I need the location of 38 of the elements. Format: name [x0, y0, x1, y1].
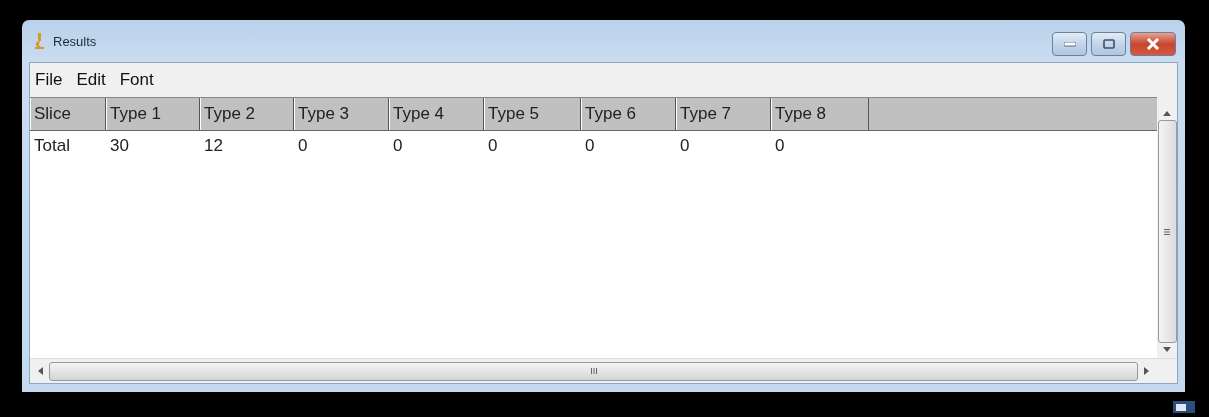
- column-header[interactable]: Type 5: [484, 98, 581, 130]
- menu-item[interactable]: Font: [119, 70, 154, 90]
- window-title: Results: [53, 33, 98, 49]
- scroll-right-icon[interactable]: [1144, 367, 1149, 375]
- column-header[interactable]: Type 7: [676, 98, 771, 130]
- grip-icon: [1164, 228, 1170, 235]
- column-header[interactable]: Type 1: [106, 98, 200, 130]
- maximize-button[interactable]: [1091, 32, 1126, 56]
- column-header[interactable]: Type 2: [200, 98, 294, 130]
- grip-icon: [590, 368, 597, 374]
- scroll-thumb[interactable]: [49, 361, 1138, 381]
- column-header[interactable]: Slice: [30, 98, 106, 130]
- table-cell-text: 0: [774, 135, 786, 157]
- minimize-icon: [1063, 41, 1076, 47]
- minimize-button[interactable]: [1052, 32, 1087, 56]
- column-header[interactable]: Type 8: [771, 98, 869, 130]
- column-header[interactable]: Type 6: [581, 98, 676, 130]
- menu-item[interactable]: Edit: [76, 70, 106, 90]
- table-cell-text: 0: [297, 135, 309, 157]
- table-cell-text: 0: [584, 135, 596, 157]
- table-cell-text: 0: [487, 135, 499, 157]
- table-cell-text: 12: [203, 135, 224, 157]
- column-header[interactable]: Type 3: [294, 98, 389, 130]
- maximize-icon: [1102, 39, 1115, 49]
- table-cell-text: 30: [109, 135, 130, 157]
- scroll-left-icon[interactable]: [38, 367, 43, 375]
- horizontal-scrollbar[interactable]: [30, 358, 1177, 383]
- menu-item[interactable]: File: [35, 70, 63, 90]
- table-cell-text: 0: [392, 135, 404, 157]
- microscope-icon: [33, 32, 45, 50]
- scroll-down-icon[interactable]: [1163, 347, 1171, 352]
- column-header[interactable]: Type 4: [389, 98, 484, 130]
- table-cell-text: 0: [679, 135, 691, 157]
- table-cell-text: Total: [33, 135, 71, 157]
- tray-icon[interactable]: [1173, 401, 1195, 413]
- close-icon: [1146, 38, 1160, 50]
- close-button[interactable]: [1130, 32, 1176, 56]
- scroll-up-icon[interactable]: [1163, 111, 1171, 116]
